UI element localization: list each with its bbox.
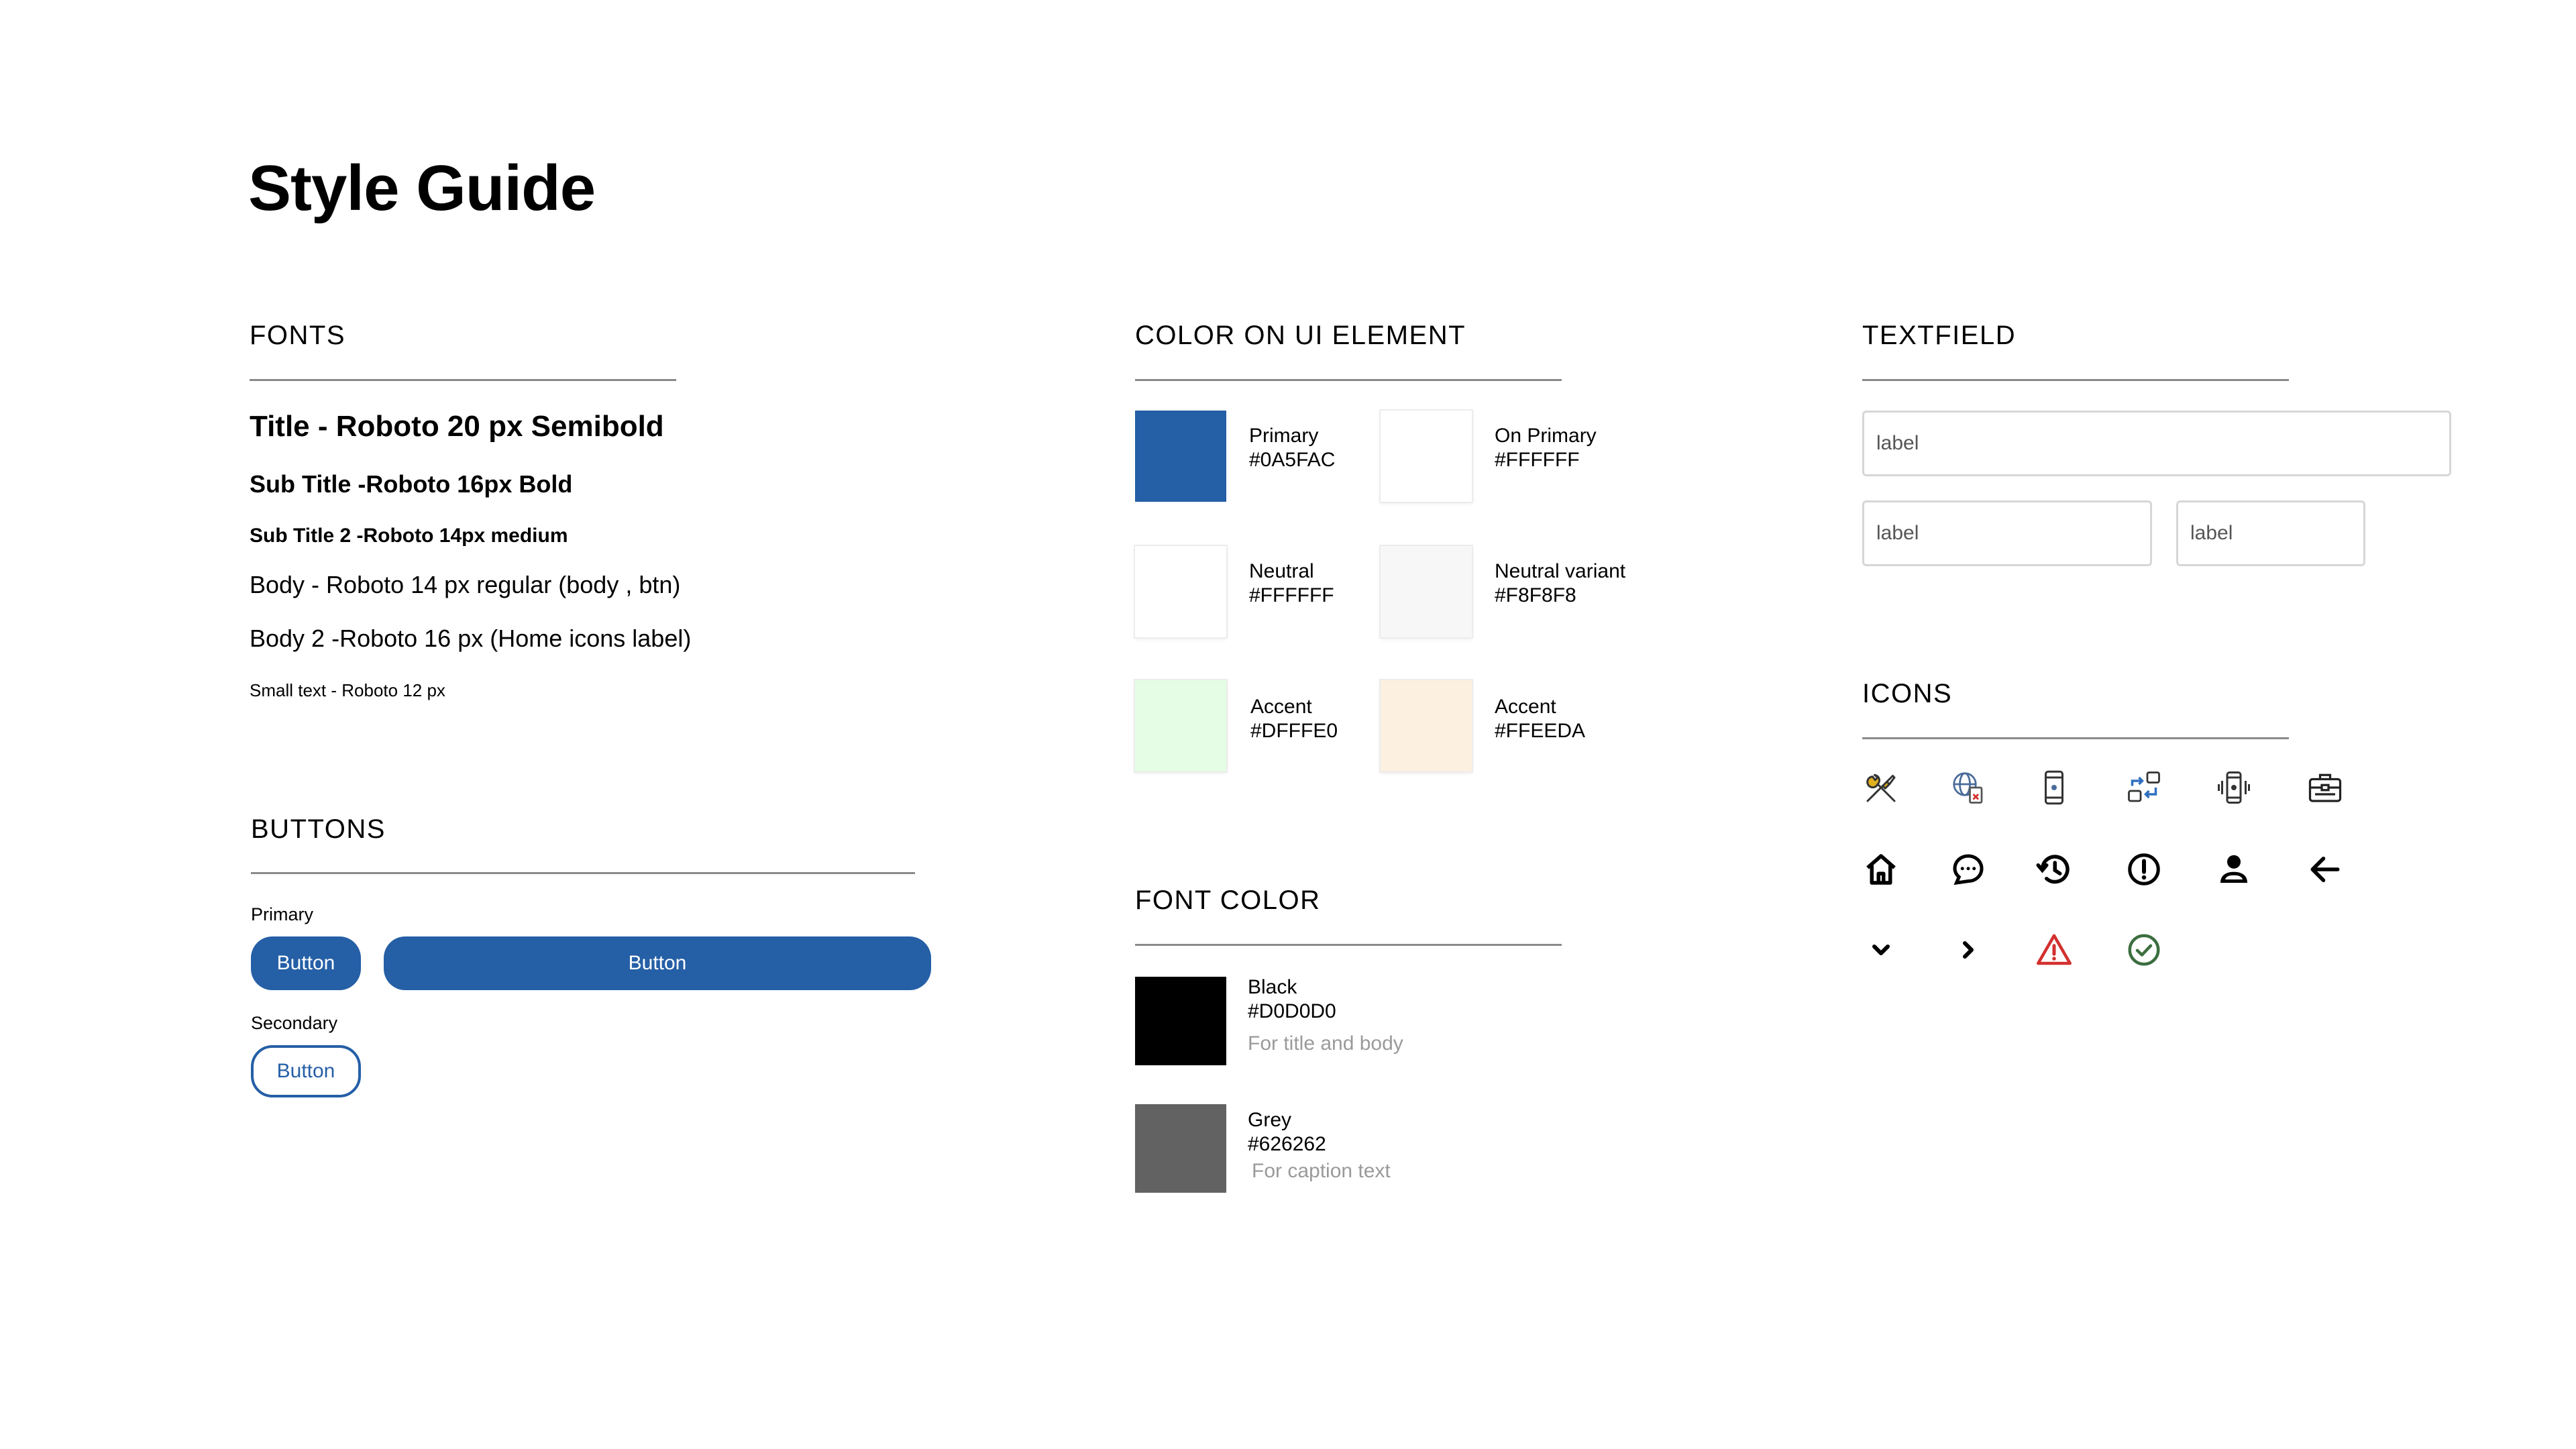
font-sample-title: Title - Roboto 20 px Semibold	[250, 410, 664, 443]
buttons-divider	[251, 872, 915, 874]
primary-button-small[interactable]: Button	[251, 936, 361, 990]
primary-button-wide[interactable]: Button	[384, 936, 931, 990]
swatch-neutral	[1135, 546, 1226, 637]
font-color-black-note: For title and body	[1248, 1032, 1403, 1055]
swatch-on-primary	[1381, 411, 1472, 502]
fonts-heading: FONTS	[250, 321, 346, 350]
buttons-heading: BUTTONS	[251, 814, 386, 844]
swatch-on-primary-name: On Primary	[1495, 425, 1597, 447]
history-icon[interactable]	[2034, 849, 2074, 890]
chevron-down-icon[interactable]	[1861, 930, 1901, 970]
font-color-grey-hex: #626262	[1248, 1133, 1326, 1155]
font-sample-body: Body - Roboto 14 px regular (body , btn)	[250, 571, 681, 598]
textfield-full-width[interactable]	[1862, 411, 2451, 476]
phone-vibrate-icon[interactable]	[2214, 767, 2254, 808]
swatch-neutral-variant	[1381, 546, 1472, 637]
secondary-button[interactable]: Button	[251, 1045, 361, 1097]
globe-document-icon[interactable]	[1948, 767, 1988, 808]
arrow-left-icon[interactable]	[2305, 849, 2345, 890]
swatch-accent-orange-hex: #FFEEDA	[1495, 720, 1586, 742]
person-icon[interactable]	[2214, 849, 2254, 890]
textfield-heading: TEXTFIELD	[1862, 321, 2017, 350]
colors-divider	[1135, 379, 1562, 381]
font-color-black-hex: #D0D0D0	[1248, 1000, 1336, 1022]
font-sample-small: Small text - Roboto 12 px	[250, 680, 445, 700]
page-title: Style Guide	[248, 152, 596, 224]
swatch-neutral-variant-hex: #F8F8F8	[1495, 584, 1576, 606]
font-sample-subtitle: Sub Title -Roboto 16px Bold	[250, 470, 573, 498]
swatch-primary-hex: #0A5FAC	[1249, 449, 1336, 471]
colors-heading: COLOR ON UI ELEMENT	[1135, 321, 1466, 350]
textfield-small[interactable]	[2176, 500, 2365, 566]
font-color-divider	[1135, 944, 1562, 946]
swatch-neutral-variant-name: Neutral variant	[1495, 560, 1626, 582]
textfield-divider	[1862, 379, 2289, 381]
swatch-primary-name: Primary	[1249, 425, 1319, 447]
mobile-device-icon[interactable]	[2034, 767, 2074, 808]
swatch-accent-orange-name: Accent	[1495, 696, 1556, 718]
toolbox-icon[interactable]	[2305, 767, 2345, 808]
font-color-swatch-grey	[1135, 1104, 1226, 1193]
font-sample-body-2: Body 2 -Roboto 16 px (Home icons label)	[250, 625, 692, 652]
device-swap-icon[interactable]	[2124, 767, 2164, 808]
chat-bubble-icon[interactable]	[1948, 849, 1988, 890]
fonts-divider	[250, 379, 676, 381]
alert-circle-icon[interactable]	[2124, 849, 2164, 890]
icons-heading: ICONS	[1862, 679, 1953, 708]
swatch-neutral-name: Neutral	[1249, 560, 1314, 582]
font-color-swatch-black	[1135, 977, 1226, 1065]
font-sample-subtitle-2: Sub Title 2 -Roboto 14px medium	[250, 525, 568, 547]
swatch-accent-green-name: Accent	[1250, 696, 1312, 718]
home-icon[interactable]	[1861, 849, 1901, 890]
swatch-accent-green	[1135, 680, 1226, 771]
swatch-neutral-hex: #FFFFFF	[1249, 584, 1334, 606]
font-color-grey-name: Grey	[1248, 1109, 1292, 1131]
swatch-primary	[1135, 411, 1226, 502]
swatch-accent-orange	[1381, 680, 1472, 771]
tools-icon[interactable]	[1861, 767, 1901, 808]
swatch-on-primary-hex: #FFFFFF	[1495, 449, 1580, 471]
warning-triangle-icon	[2034, 930, 2074, 970]
style-guide-page: Style Guide FONTS Title - Roboto 20 px S…	[0, 0, 2576, 1449]
font-color-heading: FONT COLOR	[1135, 885, 1321, 915]
font-color-black-name: Black	[1248, 976, 1297, 998]
check-circle-icon	[2124, 930, 2164, 970]
icons-divider	[1862, 737, 2289, 739]
font-color-grey-note: For caption text	[1252, 1160, 1391, 1182]
swatch-accent-green-hex: #DFFFE0	[1250, 720, 1338, 742]
textfield-medium[interactable]	[1862, 500, 2152, 566]
primary-buttons-label: Primary	[251, 904, 313, 924]
secondary-buttons-label: Secondary	[251, 1013, 338, 1033]
chevron-right-icon[interactable]	[1948, 930, 1988, 970]
